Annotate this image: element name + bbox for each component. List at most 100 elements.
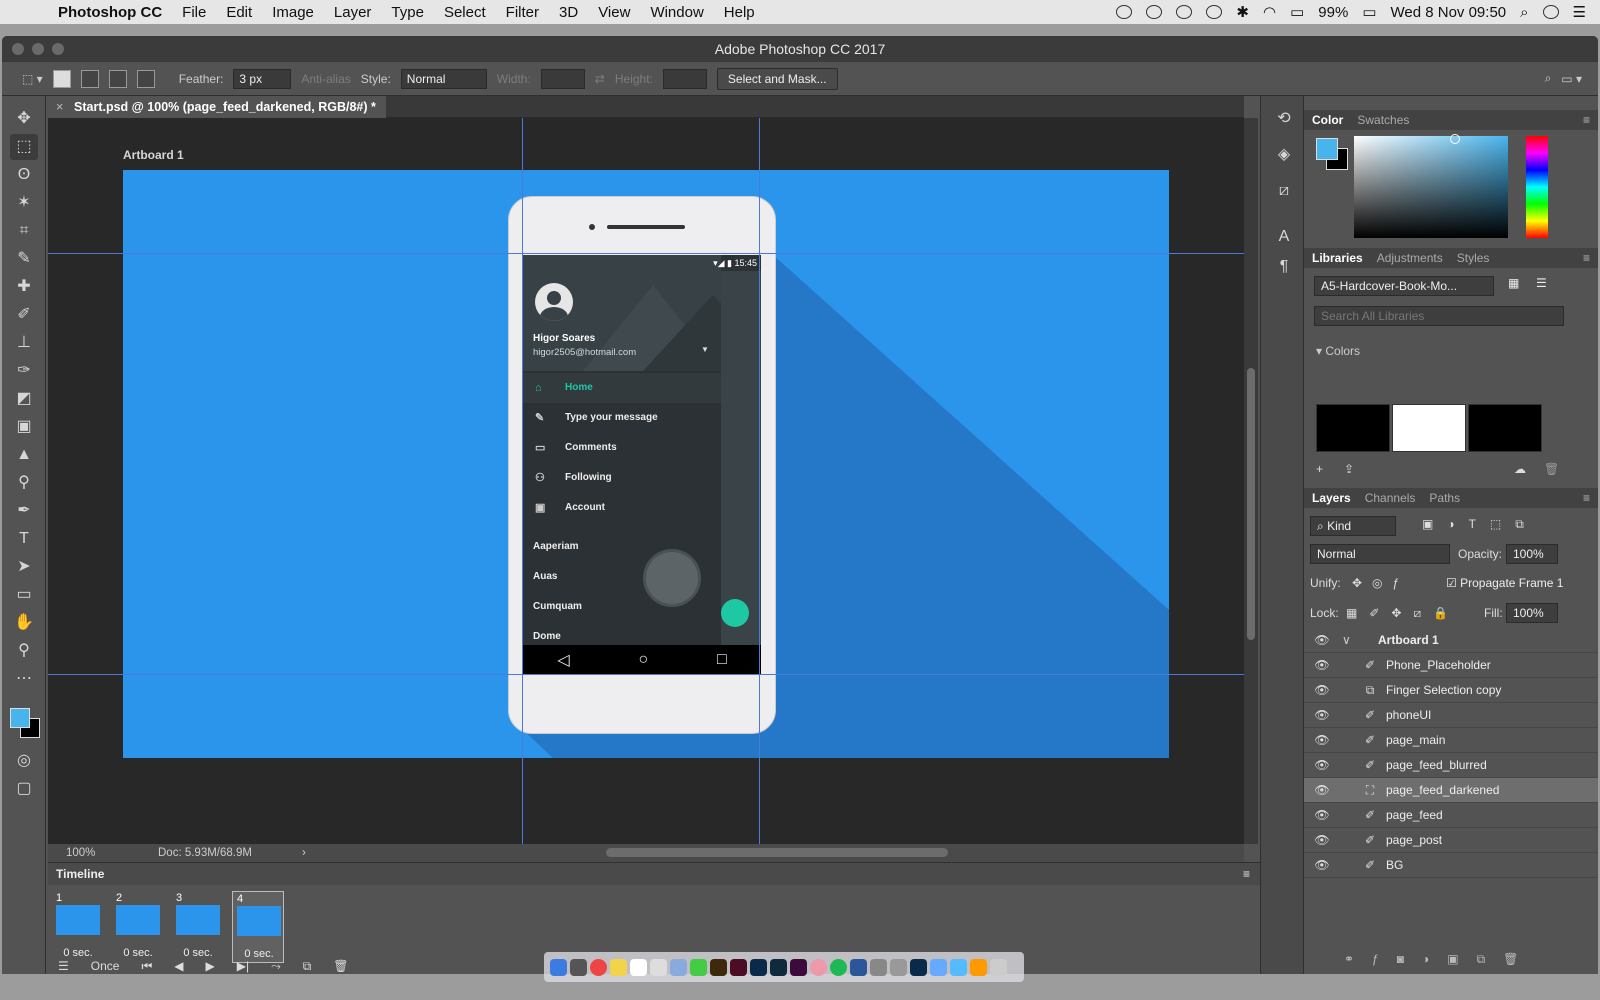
intersect-selection-icon[interactable] [136,69,155,88]
guide-horizontal[interactable] [48,674,1244,675]
canvas-area[interactable]: Artboard 1 Higor Soares higor2505@hotmai… [48,118,1244,844]
delete-frame-icon[interactable]: 🗑 [333,959,348,973]
convert-timeline-icon[interactable]: ☰ [58,959,69,973]
zoom-window-button[interactable] [52,43,64,55]
marquee-preset-icon[interactable]: ⬚ ▾ [22,72,43,86]
layer-row[interactable]: 👁 ✐ Phone_Placeholder [1304,653,1598,678]
artboard[interactable]: Higor Soares higor2505@hotmail.com ▼ ▾◢ … [123,170,1169,758]
duplicate-frame-icon[interactable]: ⧉ [303,959,312,974]
library-select[interactable]: A5-Hardcover-Book-Mo... [1314,276,1494,296]
menu-3d[interactable]: 3D [549,4,588,21]
lock-icons[interactable]: ▦✐✥⧄🔒 [1346,606,1460,621]
panel-menu-icon[interactable]: ≡ [1583,110,1590,130]
photoshop-dock-icon[interactable] [910,958,927,976]
close-tab-icon[interactable]: × [56,96,63,118]
tab-styles[interactable]: Styles [1457,248,1490,268]
library-search-input[interactable]: Search All Libraries [1314,306,1564,326]
upload-icon[interactable]: ⇪ [1344,462,1354,476]
crop-tool-icon[interactable]: ⌗ [10,218,38,244]
library-color-swatch[interactable] [1468,404,1542,452]
visibility-eye-icon[interactable]: 👁 [1314,803,1330,828]
foreground-color-swatch[interactable] [10,708,30,728]
tween-icon[interactable]: ⤳ [271,959,281,974]
brush-tool-icon[interactable]: ✐ [10,302,38,328]
visibility-eye-icon[interactable]: 👁 [1314,728,1330,753]
layer-row[interactable]: 👁 ⧉ Finger Selection copy [1304,678,1598,703]
grid-view-icon[interactable]: ▦ [1508,276,1519,290]
swap-icon[interactable]: ⇄ [595,72,605,86]
path-selection-tool-icon[interactable]: ➤ [10,554,38,580]
menu-view[interactable]: View [588,4,640,21]
indesign-icon[interactable] [730,958,747,976]
move-tool-icon[interactable]: ✥ [10,106,38,132]
blur-tool-icon[interactable]: ▲ [10,442,38,468]
visibility-eye-icon[interactable]: 👁 [1314,703,1330,728]
timeline-frame[interactable]: 20 sec. [112,891,164,963]
visibility-eye-icon[interactable]: 👁 [1314,653,1330,678]
tab-adjustments[interactable]: Adjustments [1377,248,1443,268]
layer-row[interactable]: 👁 ✐ page_feed_blurred [1304,753,1598,778]
visibility-eye-icon[interactable]: 👁 [1314,853,1330,878]
creative-cloud-icon[interactable] [1176,5,1193,19]
propagate-frame-checkbox[interactable]: ☑ Propagate Frame 1 [1446,576,1563,590]
guide-horizontal[interactable] [48,253,1244,254]
battery-percent[interactable]: 99% [1318,4,1348,21]
opacity-input[interactable]: 100% [1506,544,1558,564]
unify-icons[interactable]: ✥◎ƒ [1352,576,1409,590]
chevron-down-icon[interactable]: ∨ [1342,628,1351,653]
list-view-icon[interactable]: ☰ [1536,276,1547,290]
visibility-eye-icon[interactable]: 👁 [1314,753,1330,778]
menu-layer[interactable]: Layer [324,4,382,21]
cloud-icon[interactable] [1146,5,1163,19]
layer-row-selected[interactable]: 👁 ⛶ page_feed_darkened [1304,778,1598,803]
new-selection-icon[interactable] [52,69,71,88]
menu-select[interactable]: Select [434,4,496,21]
visibility-eye-icon[interactable]: 👁 [1314,628,1330,653]
gradient-tool-icon[interactable]: ▣ [10,414,38,440]
app-icon[interactable] [870,958,887,976]
next-frame-icon[interactable]: ▶| [237,959,249,973]
doc-size[interactable]: Doc: 5.93M/68.9M [158,844,252,862]
wifi-icon[interactable]: ◠ [1263,3,1276,21]
notification-center-icon[interactable]: ☰ [1573,3,1586,21]
subtract-selection-icon[interactable] [108,69,127,88]
spotify-icon[interactable] [830,958,847,976]
blend-mode-select[interactable]: Normal [1310,544,1450,564]
eyedropper-tool-icon[interactable]: ✎ [10,246,38,272]
panel-menu-icon[interactable]: ≡ [1243,863,1250,885]
photoshop-dock-icon[interactable] [750,958,767,976]
type-tool-icon[interactable]: T [10,526,38,552]
menu-file[interactable]: File [172,4,216,21]
minimize-window-button[interactable] [32,43,44,55]
panel-menu-icon[interactable]: ≡ [1583,488,1590,508]
bluetooth-icon[interactable]: ✱ [1236,3,1249,21]
close-window-button[interactable] [12,43,24,55]
layer-filter-select[interactable]: ⌕ Kind [1310,516,1396,536]
creative-cloud-sync-icon[interactable]: ☁ [1514,462,1526,476]
visibility-eye-icon[interactable]: 👁 [1314,778,1330,803]
mail-icon[interactable] [670,958,687,976]
paragraph-panel-icon[interactable]: ¶ [1273,256,1295,278]
color-picker-handle[interactable] [1450,134,1460,144]
sync-icon[interactable] [1116,5,1133,19]
tab-paths[interactable]: Paths [1429,488,1460,508]
history-panel-icon[interactable]: ⟲ [1273,108,1295,130]
clock[interactable]: Wed 8 Nov 09:50 [1391,4,1507,21]
previous-frame-icon[interactable]: ◀ [174,959,183,973]
loop-select[interactable]: Once [91,959,120,973]
tab-layers[interactable]: Layers [1312,488,1351,508]
siri-icon[interactable] [1542,5,1559,19]
layer-row[interactable]: 👁 ✐ phoneUI [1304,703,1598,728]
character-panel-icon[interactable]: A [1273,226,1295,248]
menu-edit[interactable]: Edit [216,4,262,21]
word-icon[interactable] [850,958,867,976]
tab-libraries[interactable]: Libraries [1312,248,1363,268]
marquee-tool-icon[interactable]: ⬚ [10,134,38,160]
xd-icon[interactable] [790,958,807,976]
vertical-scrollbar[interactable] [1244,118,1258,844]
menu-window[interactable]: Window [640,4,713,21]
select-and-mask-button[interactable]: Select and Mask... [716,67,838,90]
guide-vertical[interactable] [522,118,523,844]
more-tools-icon[interactable]: ⋯ [10,666,38,692]
menu-app[interactable]: Photoshop CC [52,4,172,21]
